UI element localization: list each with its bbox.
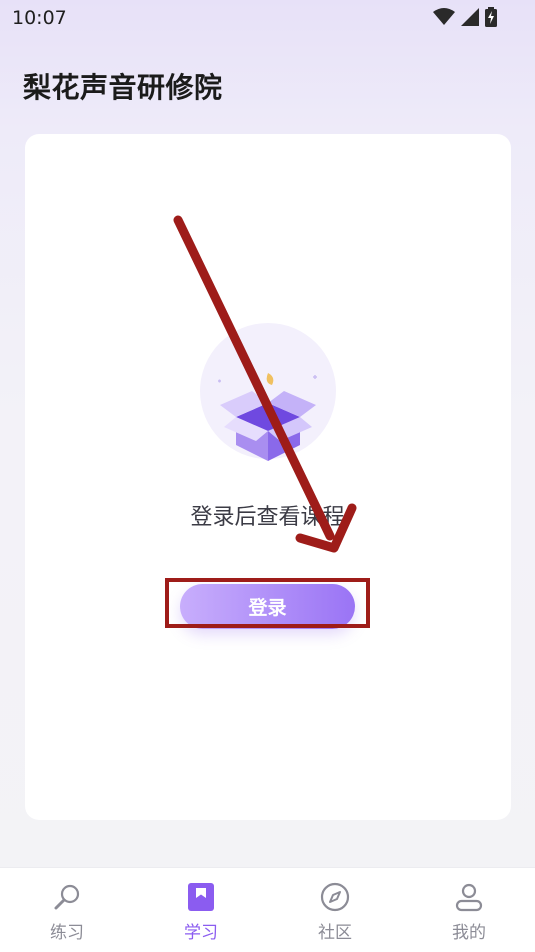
status-icons bbox=[433, 7, 497, 31]
tab-practice[interactable]: 练习 bbox=[0, 868, 134, 952]
content-card bbox=[25, 134, 511, 820]
tab-profile[interactable]: 我的 bbox=[402, 868, 535, 952]
open-box-icon bbox=[198, 321, 338, 461]
page-title: 梨花声音研修院 bbox=[23, 71, 223, 104]
status-bar: 10:07 bbox=[0, 0, 535, 38]
battery-charging-icon bbox=[485, 7, 497, 31]
login-button[interactable]: 登录 bbox=[180, 584, 355, 629]
compass-icon bbox=[318, 880, 352, 914]
tab-label: 我的 bbox=[452, 923, 486, 943]
tab-study[interactable]: 学习 bbox=[134, 868, 268, 952]
signal-icon bbox=[461, 8, 479, 30]
tab-label: 练习 bbox=[50, 923, 84, 943]
tab-label: 社区 bbox=[318, 923, 352, 943]
bottom-tab-bar: 练习 学习 社区 我的 bbox=[0, 867, 535, 952]
tab-label: 学习 bbox=[184, 923, 218, 943]
bookmark-book-icon bbox=[184, 880, 218, 914]
person-icon bbox=[452, 880, 486, 914]
wifi-icon bbox=[433, 8, 455, 30]
tab-community[interactable]: 社区 bbox=[268, 868, 402, 952]
status-time: 10:07 bbox=[12, 7, 67, 29]
empty-state-message: 登录后查看课程 bbox=[190, 505, 345, 530]
microphone-icon bbox=[50, 880, 84, 914]
